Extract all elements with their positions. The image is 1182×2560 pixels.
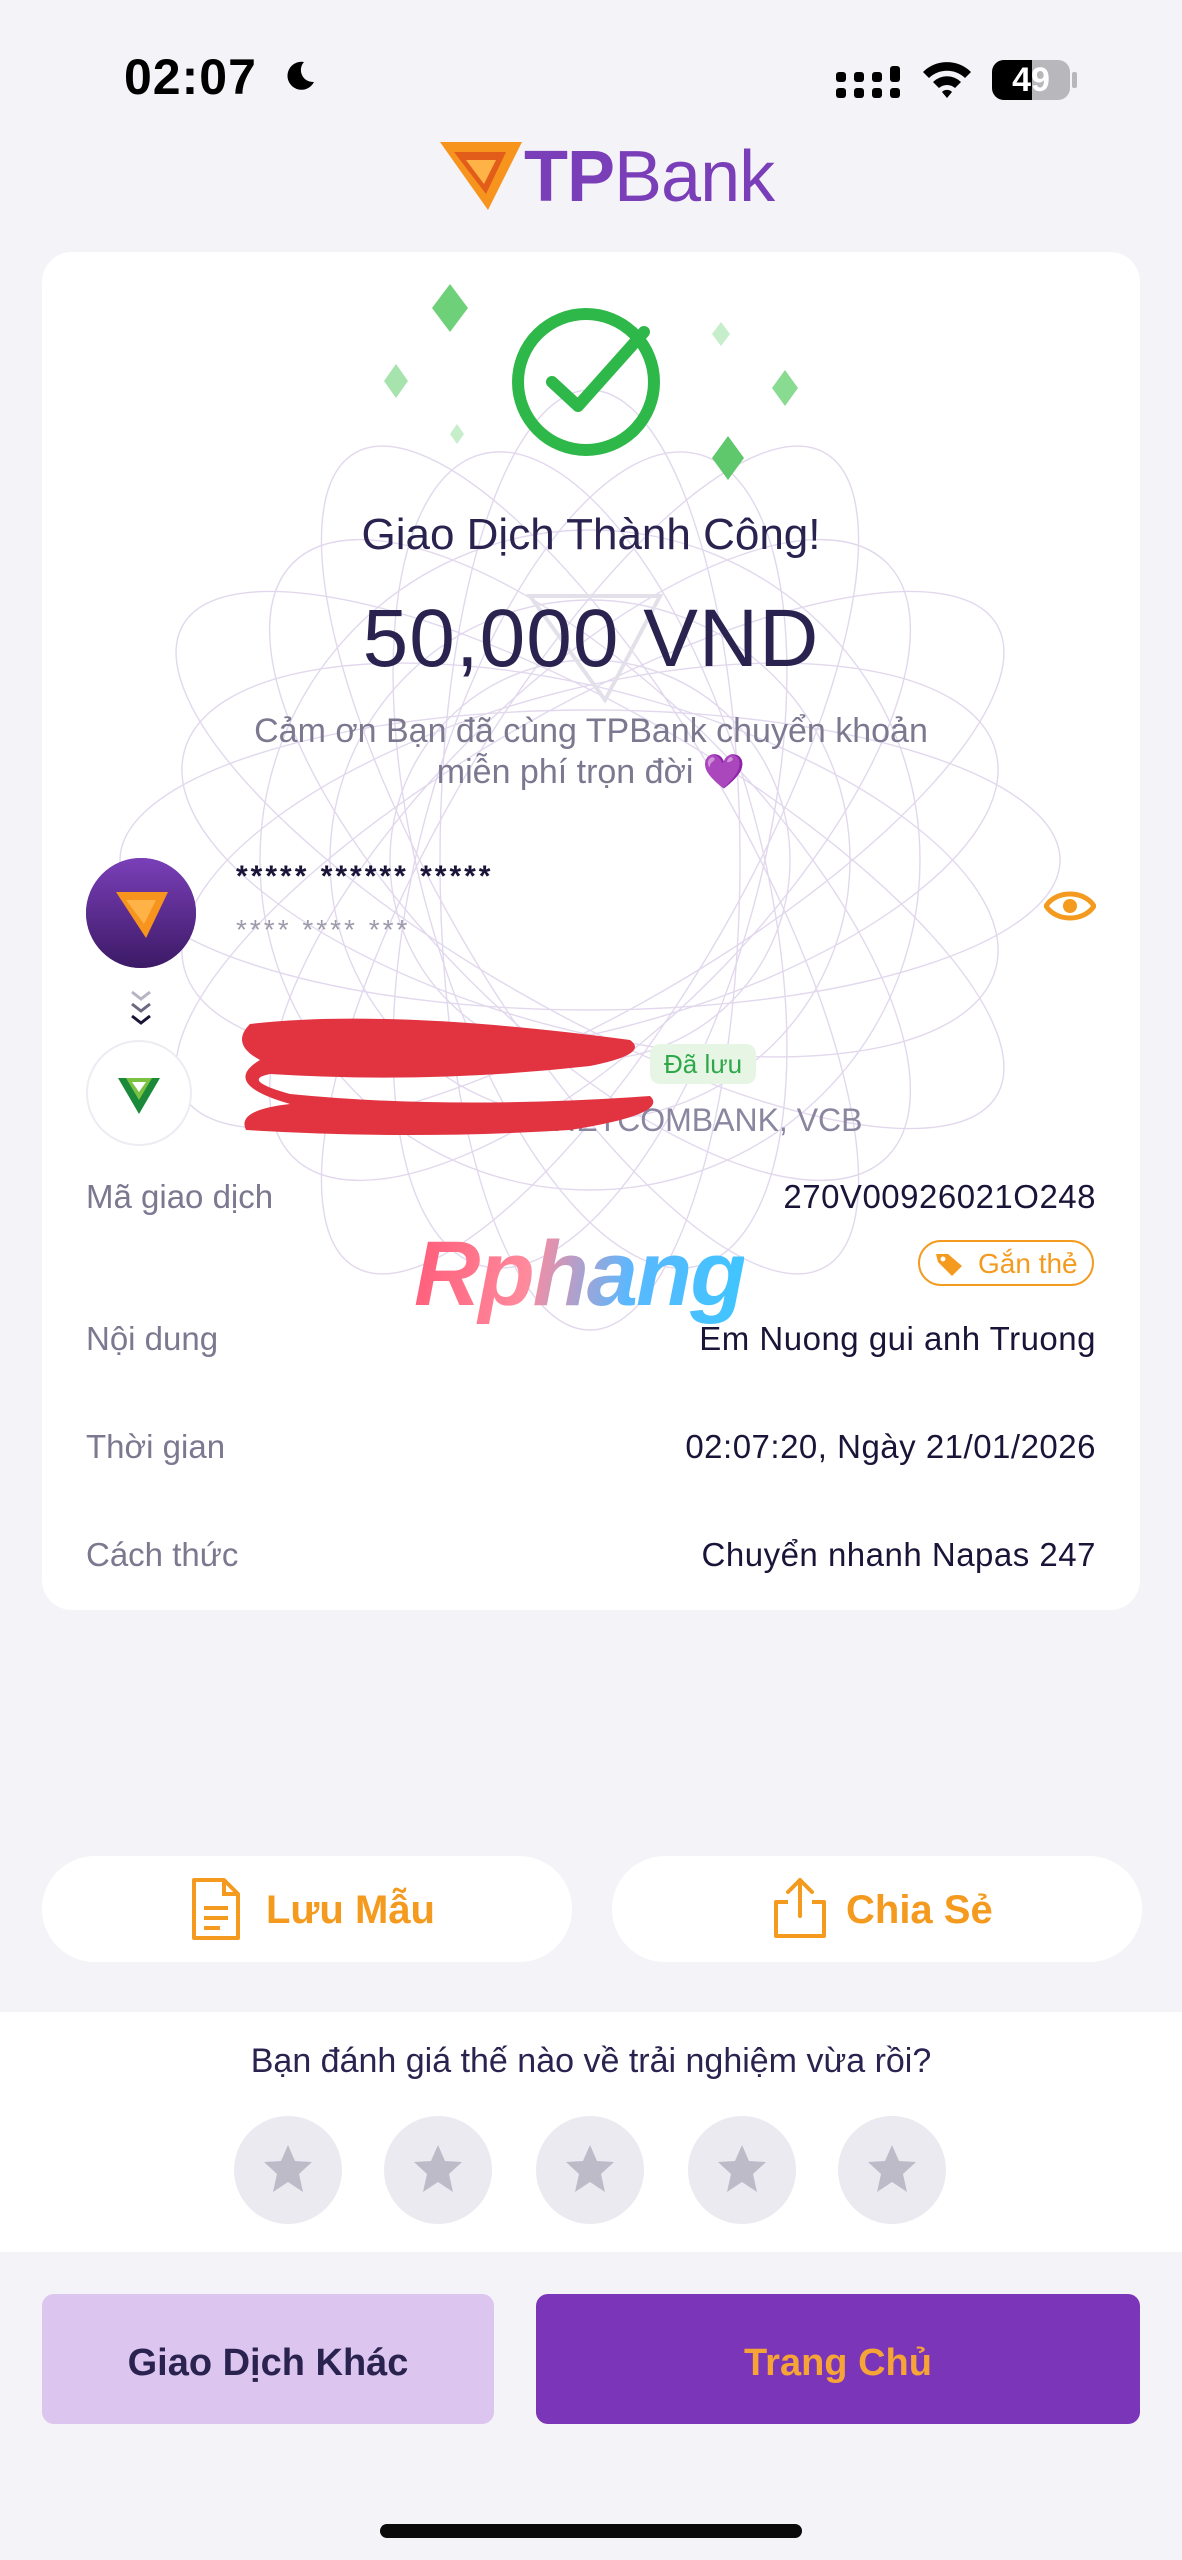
star-icon xyxy=(718,2145,766,2192)
home-label: Trang Chủ xyxy=(744,2342,932,2384)
transaction-id-value: 270V00926021O248 xyxy=(783,1178,1096,1215)
sparkle-icon xyxy=(772,370,798,406)
share-label: Chia Sẻ xyxy=(846,1888,993,1932)
tag-card-label: Gắn thẻ xyxy=(978,1248,1078,1279)
redaction-scribble xyxy=(242,1018,654,1135)
sender-account-number: **** **** *** xyxy=(236,914,411,945)
brand-name: TPBank xyxy=(524,137,775,217)
sender-avatar xyxy=(86,858,196,968)
content-value: Em Nuong gui anh Truong xyxy=(699,1320,1096,1357)
rating-question: Bạn đánh giá thế nào về trải nghiệm vừa … xyxy=(250,2042,932,2080)
transaction-id-label: Mã giao dịch xyxy=(86,1178,274,1215)
success-check-icon xyxy=(512,308,660,456)
receiver-bank-avatar xyxy=(86,1040,192,1146)
thanks-message-line-1: Cảm ơn Bạn đã cùng TPBank chuyển khoản xyxy=(254,712,928,750)
chevrons-down-icon xyxy=(131,990,151,1025)
watermark: Rphang xyxy=(414,1223,746,1325)
time-value: 02:07:20, Ngày 21/01/2026 xyxy=(685,1428,1096,1465)
method-label: Cách thức xyxy=(86,1536,239,1573)
star-icon xyxy=(414,2145,462,2192)
thanks-message-line-2: miễn phí trọn đời 💜 xyxy=(436,753,746,791)
star-icon xyxy=(264,2145,312,2192)
star-icon xyxy=(566,2145,614,2192)
sender-name: ***** ****** ***** xyxy=(236,860,494,893)
star-icon xyxy=(868,2145,916,2192)
other-transaction-label: Giao Dịch Khác xyxy=(127,2342,409,2384)
sparkle-icon xyxy=(712,322,730,346)
method-value: Chuyển nhanh Napas 247 xyxy=(701,1536,1096,1573)
rating-star-1[interactable] xyxy=(234,2116,342,2224)
success-title: Giao Dịch Thành Công! xyxy=(361,510,821,559)
wifi-icon xyxy=(923,62,971,98)
rating-star-2[interactable] xyxy=(384,2116,492,2224)
tag-icon xyxy=(936,1254,962,1276)
share-icon xyxy=(774,1878,826,1938)
sparkle-icon xyxy=(384,364,408,398)
document-icon xyxy=(192,1878,240,1940)
sparkle-icon xyxy=(432,284,468,332)
status-time: 02:07 xyxy=(124,49,257,105)
moon-icon xyxy=(287,61,314,90)
rating-star-3[interactable] xyxy=(536,2116,644,2224)
transfer-amount: 50,000 VND xyxy=(362,593,820,684)
rating-star-4[interactable] xyxy=(688,2116,796,2224)
rating-star-5[interactable] xyxy=(838,2116,946,2224)
battery-level: 49 xyxy=(1012,61,1050,99)
save-template-label: Lưu Mẫu xyxy=(266,1888,435,1932)
sparkle-icon xyxy=(712,436,744,480)
saved-badge: Đã lưu xyxy=(650,1044,757,1084)
tpbank-logo-icon xyxy=(440,142,522,210)
sparkle-icon xyxy=(450,424,464,444)
home-indicator[interactable] xyxy=(380,2524,802,2538)
tpbank-avatar-icon xyxy=(86,858,196,968)
vietcombank-logo-icon xyxy=(118,1078,160,1114)
time-label: Thời gian xyxy=(86,1428,226,1465)
eye-icon[interactable] xyxy=(1044,888,1096,924)
cellular-signal-icon xyxy=(836,66,900,98)
content-label: Nội dung xyxy=(86,1320,219,1357)
